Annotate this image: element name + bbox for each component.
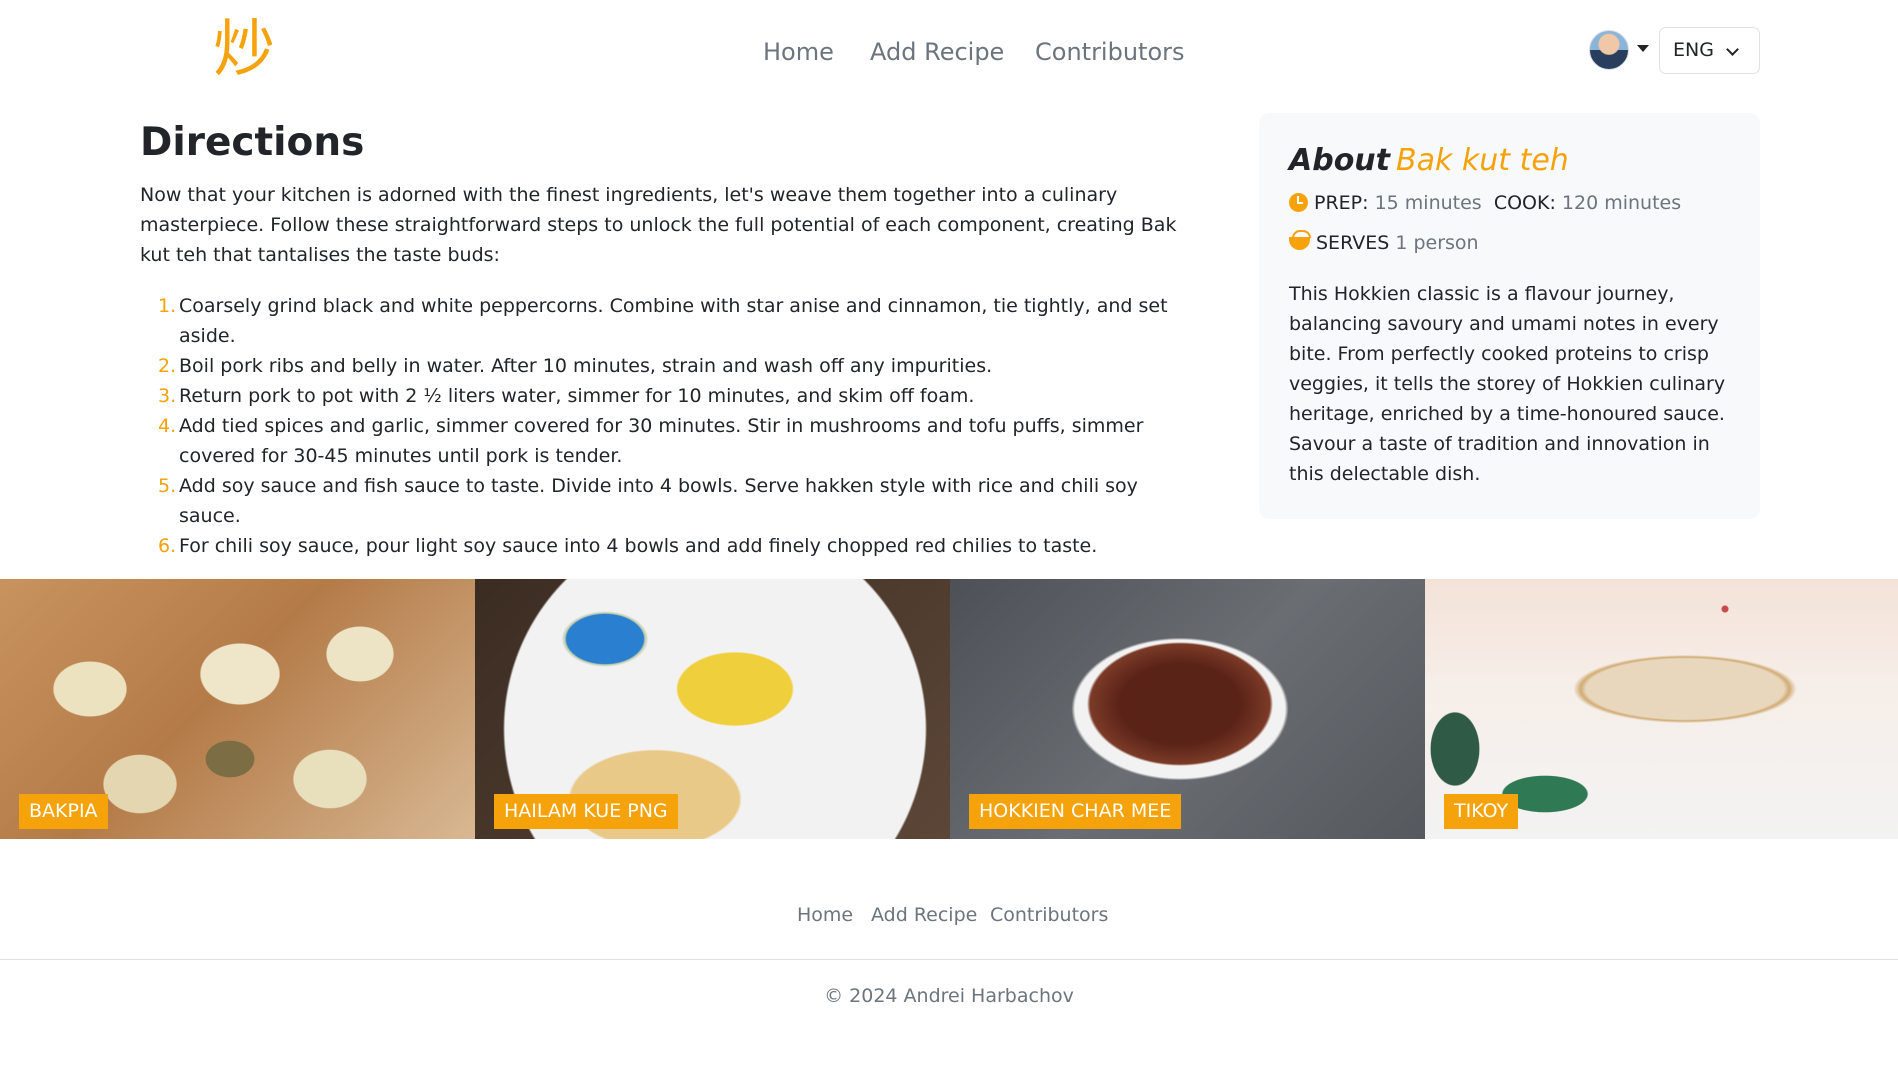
footer-contributors-link[interactable]: Contributors (990, 900, 1108, 930)
step-item: 3. Return pork to pot with 2 ½ liters wat… (140, 381, 1180, 411)
recipe-tile-label: TIKOY (1444, 794, 1519, 829)
step-item: 6. For chili soy sauce, pour light soy sa… (140, 531, 1180, 561)
step-text: Return pork to pot with 2 ½ liters water… (179, 385, 975, 407)
prep-value: 15 minutes (1374, 192, 1482, 214)
step-item: 4. Add tied spices and garlic, simmer cov… (140, 411, 1180, 471)
user-avatar[interactable] (1589, 30, 1629, 70)
step-number: 4. (158, 415, 177, 437)
footer-divider (0, 959, 1898, 960)
footer-home-link[interactable]: Home (797, 900, 853, 930)
cook-value: 120 minutes (1561, 192, 1682, 214)
chevron-down-icon (1726, 43, 1739, 56)
step-text: Boil pork ribs and belly in water. After… (179, 355, 993, 377)
step-text: Add soy sauce and fish sauce to taste. D… (179, 475, 1138, 527)
step-number: 5. (158, 475, 177, 497)
serves-value: 1 person (1395, 232, 1479, 254)
step-number: 3. (158, 385, 177, 407)
about-recipe-card: About Bak kut teh PREP: 15 minutes COOK: … (1259, 113, 1760, 519)
user-menu-caret-icon[interactable] (1637, 45, 1649, 52)
site-header: 炒 Home Add Recipe Contributors ENG (0, 0, 1898, 102)
recipe-tile-bakpia[interactable]: BAKPIA (0, 579, 475, 839)
prep-label: PREP: (1314, 192, 1369, 214)
step-number: 6. (158, 535, 177, 557)
language-select[interactable]: ENG (1659, 27, 1760, 74)
recipe-tile-hailam-kue-png[interactable]: HAILAM KUE PNG (475, 579, 950, 839)
footer-add-recipe-link[interactable]: Add Recipe (871, 900, 977, 930)
step-text: For chili soy sauce, pour light soy sauc… (179, 535, 1098, 557)
recipe-tile-tikoy[interactable]: TIKOY (1425, 579, 1898, 839)
copyright-text: © 2024 Andrei Harbachov (824, 985, 1074, 1007)
about-recipe-name: Bak kut teh (1396, 143, 1569, 178)
step-text: Add tied spices and garlic, simmer cover… (179, 415, 1144, 467)
directions-heading: Directions (140, 120, 365, 165)
language-select-value: ENG (1673, 39, 1714, 61)
serves-info: SERVES 1 person (1289, 230, 1730, 255)
step-text: Coarsely grind black and white peppercor… (179, 295, 1168, 347)
recipe-tile-label: HOKKIEN CHAR MEE (969, 794, 1182, 829)
nav-contributors-link[interactable]: Contributors (1035, 32, 1185, 72)
step-item: 5. Add soy sauce and fish sauce to taste.… (140, 471, 1180, 531)
about-title: About Bak kut teh (1289, 143, 1730, 179)
nav-home-link[interactable]: Home (763, 32, 834, 72)
step-number: 1. (158, 295, 177, 317)
clock-icon (1289, 193, 1308, 212)
recipe-tile-hokkien-char-mee[interactable]: HOKKIEN CHAR MEE (950, 579, 1425, 839)
recipe-tile-label: BAKPIA (19, 794, 108, 829)
step-item: 2. Boil pork ribs and belly in water. Aft… (140, 351, 1180, 381)
directions-intro: Now that your kitchen is adorned with th… (140, 184, 1177, 266)
directions-steps-list: 1. Coarsely grind black and white pepperc… (140, 291, 1180, 561)
footer-nav: Home Add Recipe Contributors (0, 900, 1898, 930)
time-info: PREP: 15 minutes COOK: 120 minutes (1289, 191, 1730, 215)
cook-label: COOK: (1493, 192, 1556, 214)
about-prefix: About (1289, 143, 1391, 178)
step-number: 2. (158, 355, 177, 377)
bowl-icon (1289, 230, 1311, 250)
step-item: 1. Coarsely grind black and white pepperc… (140, 291, 1180, 351)
serves-label: SERVES (1316, 232, 1390, 254)
about-description: This Hokkien classic is a flavour journe… (1289, 283, 1726, 485)
related-recipes-gallery: BAKPIA HAILAM KUE PNG HOKKIEN CHAR MEE T… (0, 579, 1898, 839)
nav-add-recipe-link[interactable]: Add Recipe (870, 32, 1004, 72)
recipe-tile-label: HAILAM KUE PNG (494, 794, 678, 829)
